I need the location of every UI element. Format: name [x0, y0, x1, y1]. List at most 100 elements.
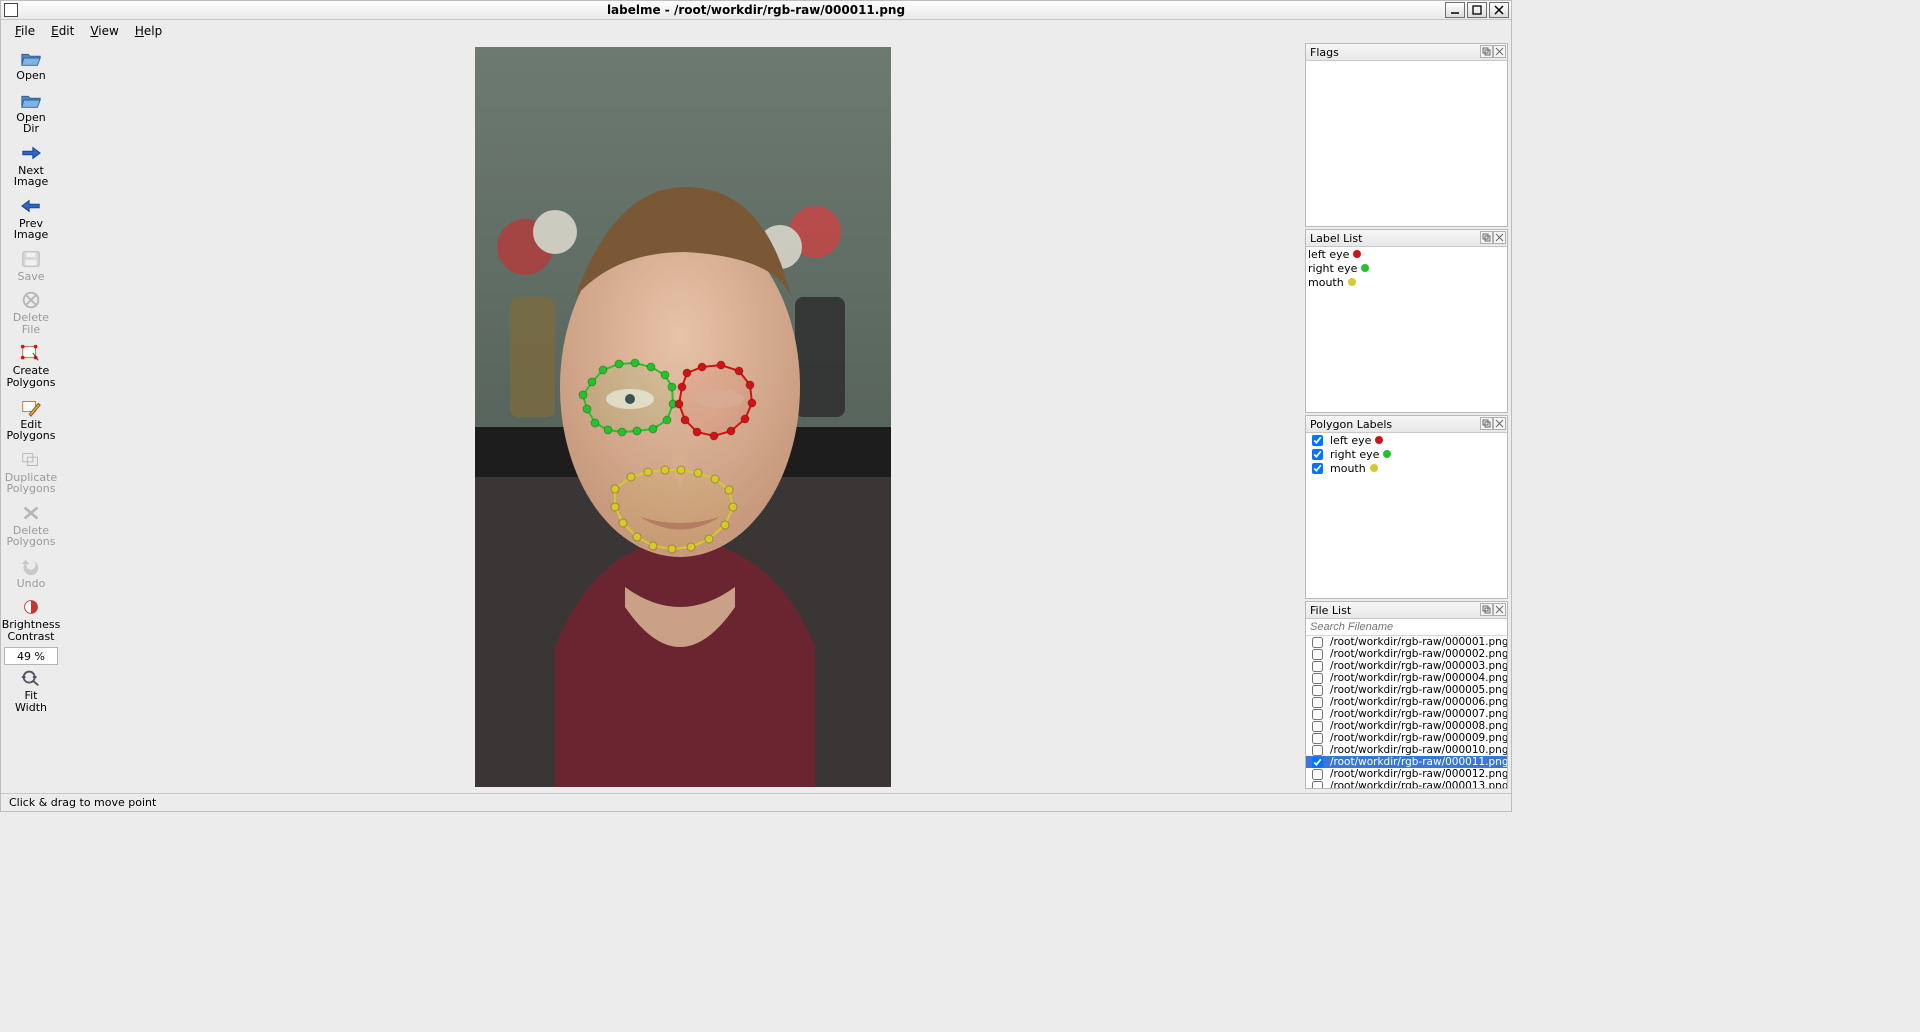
- flags-body[interactable]: [1306, 61, 1507, 226]
- file-checkbox[interactable]: [1312, 733, 1323, 744]
- dock-close-icon[interactable]: [1493, 417, 1506, 430]
- polygon-labels-body[interactable]: left eye right eye mouth: [1306, 433, 1507, 598]
- polygon-vertex[interactable]: [591, 419, 599, 427]
- file-list-item[interactable]: /root/workdir/rgb-raw/000012.png: [1306, 768, 1507, 780]
- flags-title[interactable]: Flags: [1306, 44, 1507, 61]
- file-list-item[interactable]: /root/workdir/rgb-raw/000001.png: [1306, 636, 1507, 648]
- polygon-vertex[interactable]: [618, 428, 626, 436]
- file-search-input[interactable]: [1306, 619, 1507, 636]
- polygon-vertex[interactable]: [649, 542, 657, 550]
- file-list-rows[interactable]: /root/workdir/rgb-raw/000001.png/root/wo…: [1306, 636, 1507, 788]
- label-list-item[interactable]: mouth: [1306, 275, 1507, 289]
- maximize-button[interactable]: [1467, 2, 1487, 18]
- dock-close-icon[interactable]: [1493, 603, 1506, 616]
- file-list-item[interactable]: /root/workdir/rgb-raw/000010.png: [1306, 744, 1507, 756]
- polygon-vertex[interactable]: [687, 543, 695, 551]
- polygon-vertex[interactable]: [721, 521, 729, 529]
- polygon-vertex[interactable]: [668, 383, 676, 391]
- dock-close-icon[interactable]: [1493, 45, 1506, 58]
- file-list-item[interactable]: /root/workdir/rgb-raw/000009.png: [1306, 732, 1507, 744]
- open-button[interactable]: Open: [4, 45, 58, 87]
- polygon-vertex[interactable]: [727, 427, 735, 435]
- polygon-vertex[interactable]: [675, 400, 683, 408]
- dock-float-icon[interactable]: [1480, 45, 1493, 58]
- file-checkbox[interactable]: [1312, 745, 1323, 756]
- polygon-vertex[interactable]: [661, 371, 669, 379]
- file-checkbox[interactable]: [1312, 661, 1323, 672]
- file-list-item[interactable]: /root/workdir/rgb-raw/000011.png: [1306, 756, 1507, 768]
- menu-help[interactable]: Help: [127, 22, 170, 40]
- file-list-title[interactable]: File List: [1306, 602, 1507, 619]
- next-image-button[interactable]: Next Image: [4, 140, 58, 193]
- prev-image-button[interactable]: Prev Image: [4, 193, 58, 246]
- brightness-contrast-button[interactable]: Brightness Contrast: [4, 594, 58, 647]
- label-list-body[interactable]: left eye right eye mouth: [1306, 247, 1507, 412]
- file-list-item[interactable]: /root/workdir/rgb-raw/000006.png: [1306, 696, 1507, 708]
- polygon-vertex[interactable]: [678, 383, 686, 391]
- polygon-label-item[interactable]: left eye: [1306, 433, 1507, 447]
- polygon-vertex[interactable]: [615, 360, 623, 368]
- polygon-vertex[interactable]: [698, 363, 706, 371]
- polygon-vertex[interactable]: [693, 428, 701, 436]
- polygon-vertex[interactable]: [633, 533, 641, 541]
- polygon-visibility-checkbox[interactable]: [1312, 449, 1323, 460]
- polygon-right-eye[interactable]: [579, 359, 677, 436]
- file-checkbox[interactable]: [1312, 781, 1323, 789]
- polygon-label-item[interactable]: mouth: [1306, 461, 1507, 475]
- zoom-value-box[interactable]: 49 %: [4, 647, 58, 665]
- file-list-item[interactable]: /root/workdir/rgb-raw/000007.png: [1306, 708, 1507, 720]
- polygon-labels-title[interactable]: Polygon Labels: [1306, 416, 1507, 433]
- polygon-vertex[interactable]: [683, 369, 691, 377]
- open-dir-button[interactable]: Open Dir: [4, 87, 58, 140]
- polygon-vertex[interactable]: [725, 486, 733, 494]
- file-checkbox[interactable]: [1312, 697, 1323, 708]
- polygon-vertex[interactable]: [579, 391, 587, 399]
- polygon-vertex[interactable]: [604, 426, 612, 434]
- file-checkbox[interactable]: [1312, 637, 1323, 648]
- file-checkbox[interactable]: [1312, 673, 1323, 684]
- file-checkbox[interactable]: [1312, 757, 1323, 768]
- polygon-vertex[interactable]: [649, 425, 657, 433]
- edit-polygons-button[interactable]: Edit Polygons: [4, 394, 58, 447]
- file-list-item[interactable]: /root/workdir/rgb-raw/000013.png: [1306, 780, 1507, 788]
- canvas-area[interactable]: [61, 41, 1305, 793]
- polygon-vertex[interactable]: [741, 415, 749, 423]
- polygon-vertex[interactable]: [661, 466, 669, 474]
- polygon-vertex[interactable]: [611, 485, 619, 493]
- polygon-vertex[interactable]: [663, 416, 671, 424]
- file-checkbox[interactable]: [1312, 649, 1323, 660]
- polygon-vertex[interactable]: [633, 427, 641, 435]
- dock-float-icon[interactable]: [1480, 231, 1493, 244]
- polygon-vertex[interactable]: [599, 366, 607, 374]
- create-polygons-button[interactable]: Create Polygons: [4, 340, 58, 393]
- polygon-vertex[interactable]: [694, 469, 702, 477]
- fit-width-button[interactable]: Fit Width: [4, 665, 58, 718]
- file-list-item[interactable]: /root/workdir/rgb-raw/000005.png: [1306, 684, 1507, 696]
- polygon-visibility-checkbox[interactable]: [1312, 435, 1323, 446]
- polygon-vertex[interactable]: [746, 381, 754, 389]
- label-list-item[interactable]: left eye: [1306, 247, 1507, 261]
- file-list-item[interactable]: /root/workdir/rgb-raw/000004.png: [1306, 672, 1507, 684]
- close-button[interactable]: [1489, 2, 1509, 18]
- file-list-item[interactable]: /root/workdir/rgb-raw/000003.png: [1306, 660, 1507, 672]
- polygon-vertex[interactable]: [710, 432, 718, 440]
- file-checkbox[interactable]: [1312, 685, 1323, 696]
- file-checkbox[interactable]: [1312, 709, 1323, 720]
- polygon-vertex[interactable]: [748, 399, 756, 407]
- polygon-vertex[interactable]: [583, 405, 591, 413]
- polygon-vertex[interactable]: [611, 503, 619, 511]
- polygon-vertex[interactable]: [729, 503, 737, 511]
- polygon-vertex[interactable]: [631, 359, 639, 367]
- polygon-vertex[interactable]: [711, 475, 719, 483]
- file-checkbox[interactable]: [1312, 769, 1323, 780]
- polygon-vertex[interactable]: [647, 363, 655, 371]
- polygon-vertex[interactable]: [619, 519, 627, 527]
- polygon-label-item[interactable]: right eye: [1306, 447, 1507, 461]
- file-list-item[interactable]: /root/workdir/rgb-raw/000008.png: [1306, 720, 1507, 732]
- polygon-mouth[interactable]: [611, 466, 737, 553]
- label-list-item[interactable]: right eye: [1306, 261, 1507, 275]
- dock-close-icon[interactable]: [1493, 231, 1506, 244]
- polygon-vertex[interactable]: [677, 466, 685, 474]
- minimize-button[interactable]: [1445, 2, 1465, 18]
- menu-file[interactable]: File: [7, 22, 43, 40]
